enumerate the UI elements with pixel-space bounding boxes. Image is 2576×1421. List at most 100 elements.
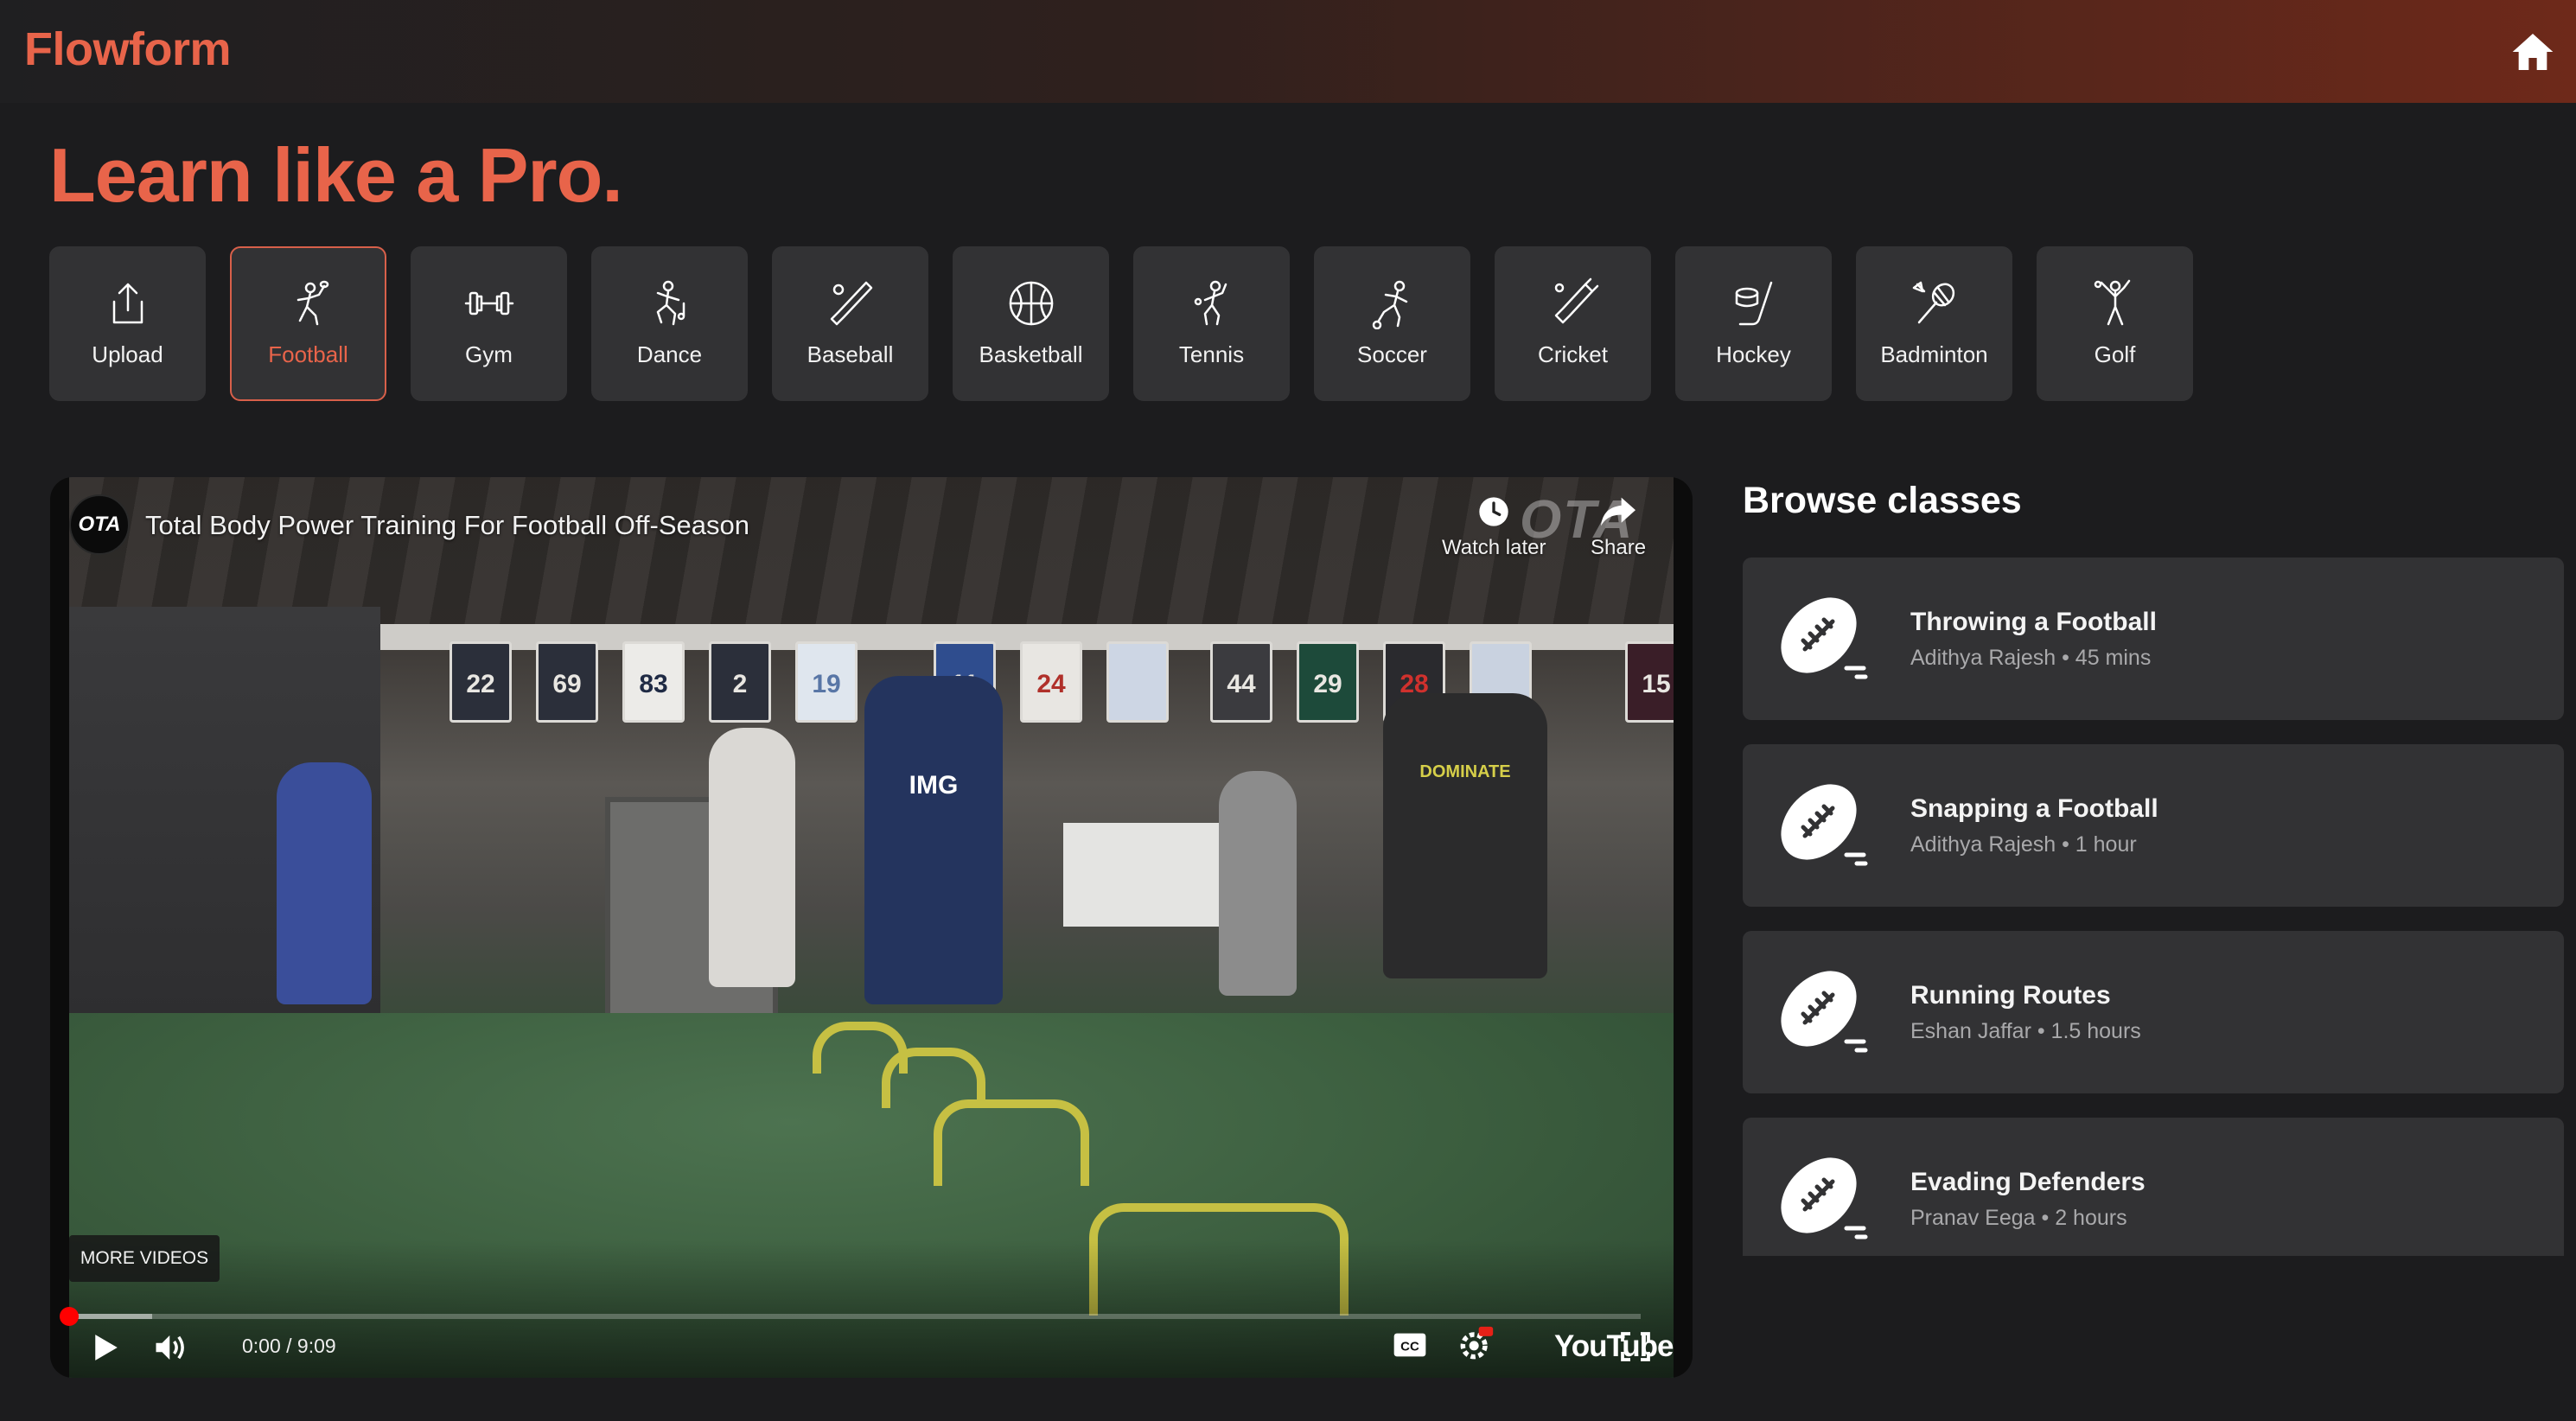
channel-avatar[interactable]: OTA xyxy=(69,494,130,555)
hockey-icon xyxy=(1728,277,1780,329)
category-upload[interactable]: Upload xyxy=(49,246,206,401)
class-title: Throwing a Football xyxy=(1910,608,2157,636)
category-badminton[interactable]: Badminton xyxy=(1856,246,2012,401)
jersey: 29 xyxy=(1297,641,1359,723)
category-label: Baseball xyxy=(807,341,894,367)
soccer-player-icon xyxy=(1367,277,1419,330)
video-time: 0:00 / 9:09 xyxy=(242,1335,336,1357)
category-baseball[interactable]: Baseball xyxy=(772,246,928,401)
category-label: Football xyxy=(268,341,348,367)
clock-icon xyxy=(1479,497,1508,526)
category-label: Golf xyxy=(2094,341,2136,367)
video-player[interactable]: 22 69 83 2 19 11 24 44 29 28 15 IMG DOMI… xyxy=(50,477,1693,1378)
video-progress-bar[interactable] xyxy=(60,1307,1641,1326)
category-golf[interactable]: Golf xyxy=(2037,246,2193,401)
video-title[interactable]: Total Body Power Training For Football O… xyxy=(145,510,749,541)
share-button[interactable]: Share xyxy=(1591,494,1646,560)
category-label: Tennis xyxy=(1178,341,1245,367)
category-label: Badminton xyxy=(1880,341,1988,367)
more-videos-button[interactable]: MORE VIDEOS xyxy=(69,1235,220,1282)
class-title: Evading Defenders xyxy=(1910,1168,2146,1196)
home-icon xyxy=(2512,34,2554,70)
upload-icon xyxy=(102,277,154,329)
gear-icon xyxy=(1460,1326,1494,1360)
video-scene-ceiling xyxy=(69,477,1674,624)
category-tennis[interactable]: Tennis xyxy=(1133,246,1290,401)
category-dance[interactable]: Dance xyxy=(591,246,748,401)
top-bar: Flowform xyxy=(0,0,2576,103)
captions-button[interactable]: CC xyxy=(1390,1328,1430,1362)
golfer-icon xyxy=(2089,277,2141,329)
play-icon xyxy=(95,1335,118,1360)
svg-text:CC: CC xyxy=(1400,1340,1419,1354)
jersey: 83 xyxy=(622,641,685,723)
video-scene-athlete: DOMINATE xyxy=(1383,693,1547,978)
brand-logo[interactable]: Flowform xyxy=(24,22,231,76)
class-meta: Adithya Rajesh • 45 mins xyxy=(1910,646,2152,670)
category-label: Basketball xyxy=(979,341,1083,367)
class-meta: Eshan Jaffar • 1.5 hours xyxy=(1910,1019,2141,1043)
jersey: 24 xyxy=(1020,641,1082,723)
video-scene-whiteboard xyxy=(1063,823,1219,927)
fullscreen-button[interactable] xyxy=(1616,1328,1655,1366)
video-scene-athlete: IMG xyxy=(864,676,1003,1004)
category-label: Gym xyxy=(465,341,513,367)
progress-scrubber[interactable] xyxy=(60,1307,79,1326)
class-card[interactable]: Throwing a Football Adithya Rajesh • 45 … xyxy=(1743,558,2564,720)
category-cricket[interactable]: Cricket xyxy=(1495,246,1651,401)
share-arrow-icon xyxy=(1601,497,1636,526)
settings-button[interactable] xyxy=(1454,1324,1497,1364)
jersey: 19 xyxy=(795,641,858,723)
fullscreen-icon xyxy=(1621,1332,1650,1361)
football-icon xyxy=(1774,964,1869,1059)
cricket-bat-icon xyxy=(1547,277,1599,329)
class-meta: Pranav Eega • 2 hours xyxy=(1910,1206,2127,1230)
watch-later-label: Watch later xyxy=(1442,536,1546,559)
jersey: 2 xyxy=(709,641,771,723)
jersey xyxy=(1106,641,1169,723)
share-label: Share xyxy=(1591,536,1647,559)
jersey: 69 xyxy=(536,641,598,723)
class-title: Running Routes xyxy=(1910,981,2111,1010)
basketball-icon xyxy=(1005,277,1057,329)
category-gym[interactable]: Gym xyxy=(411,246,567,401)
tennis-player-icon xyxy=(1186,277,1238,329)
category-basketball[interactable]: Basketball xyxy=(953,246,1109,401)
page-headline: Learn like a Pro. xyxy=(49,132,623,218)
class-card[interactable]: Snapping a Football Adithya Rajesh • 1 h… xyxy=(1743,744,2564,907)
dancer-icon xyxy=(644,277,696,329)
category-label: Upload xyxy=(92,341,163,367)
play-button[interactable] xyxy=(85,1326,128,1369)
category-football[interactable]: Football xyxy=(230,246,386,401)
video-scene-athlete xyxy=(1219,771,1297,996)
jersey: 22 xyxy=(450,641,512,723)
dumbbell-icon xyxy=(463,277,515,329)
category-hockey[interactable]: Hockey xyxy=(1675,246,1832,401)
category-label: Dance xyxy=(636,341,703,367)
closed-captions-icon: CC xyxy=(1393,1333,1426,1357)
youtube-logo-button[interactable]: YouTube xyxy=(1554,1329,1674,1364)
video-scene-athlete xyxy=(709,728,795,987)
football-icon xyxy=(1774,777,1869,872)
progress-buffered xyxy=(69,1314,153,1319)
video-scene-athlete xyxy=(277,762,372,1004)
video-frame[interactable]: 22 69 83 2 19 11 24 44 29 28 15 IMG DOMI… xyxy=(69,477,1674,1378)
football-icon xyxy=(1774,1150,1869,1246)
jersey: 44 xyxy=(1210,641,1272,723)
category-label: Soccer xyxy=(1357,341,1427,367)
class-list[interactable]: Throwing a Football Adithya Rajesh • 45 … xyxy=(1743,558,2564,1256)
home-button[interactable] xyxy=(2507,26,2559,78)
football-icon xyxy=(1774,590,1869,685)
class-card[interactable]: Evading Defenders Pranav Eega • 2 hours xyxy=(1743,1118,2564,1256)
category-label: Cricket xyxy=(1538,341,1608,367)
browse-classes-heading: Browse classes xyxy=(1743,480,2022,521)
class-card[interactable]: Running Routes Eshan Jaffar • 1.5 hours xyxy=(1743,931,2564,1093)
volume-button[interactable] xyxy=(147,1326,195,1369)
video-scene-hurdle xyxy=(934,1099,1089,1186)
football-player-icon xyxy=(283,277,335,329)
category-label: Hockey xyxy=(1716,341,1791,367)
jersey: 15 xyxy=(1625,641,1674,723)
category-soccer[interactable]: Soccer xyxy=(1314,246,1470,401)
class-title: Snapping a Football xyxy=(1910,794,2158,823)
watch-later-button[interactable]: Watch later xyxy=(1442,494,1546,560)
